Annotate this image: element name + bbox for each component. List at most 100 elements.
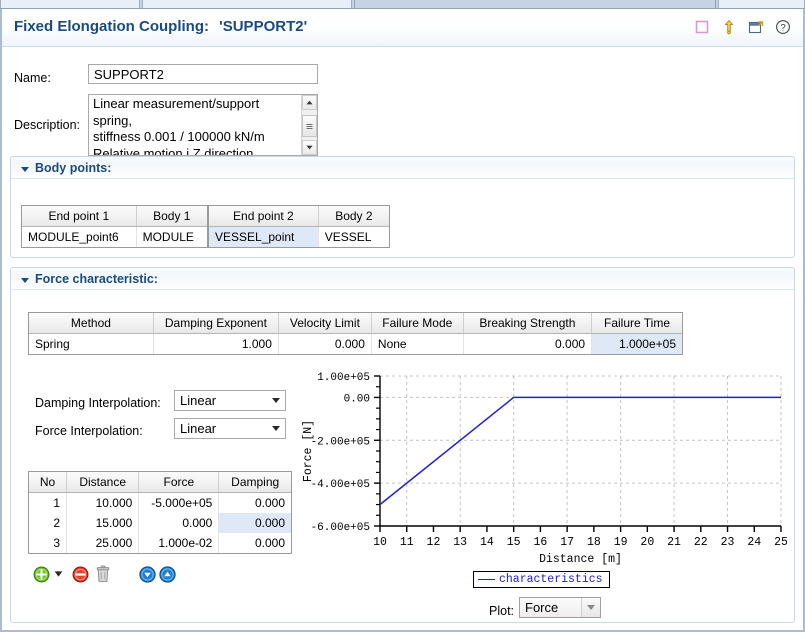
pink-square-icon[interactable] — [694, 19, 710, 35]
cell-force[interactable]: 1.000e-02 — [139, 533, 219, 553]
characteristic-points-table[interactable]: No Distance Force Damping 1 10.000 -5.00… — [28, 471, 292, 554]
svg-text:20: 20 — [640, 536, 654, 549]
cell-distance[interactable]: 25.000 — [67, 533, 139, 553]
cell-damping[interactable]: 0.000 — [219, 513, 291, 533]
cell-failure-time[interactable]: 1.000e+05 — [592, 334, 682, 355]
svg-text:10: 10 — [373, 536, 387, 549]
svg-text:?: ? — [780, 23, 785, 34]
page-title: Fixed Elongation Coupling: 'SUPPORT2' — [14, 18, 307, 35]
collapse-body-points-arrow-icon[interactable] — [21, 167, 29, 172]
svg-text:12: 12 — [427, 536, 441, 549]
table-row[interactable]: MODULE_point6 MODULE — [22, 227, 207, 248]
svg-text:16: 16 — [533, 536, 547, 549]
body-points-group: Body points: End point 1 Body 1 MODULE_p… — [10, 156, 795, 258]
body-points-table-1[interactable]: End point 1 Body 1 MODULE_point6 MODULE — [21, 205, 208, 248]
move-up-button[interactable] — [159, 566, 176, 583]
cell-damping[interactable]: 0.000 — [219, 533, 291, 553]
scroll-down-arrow-icon[interactable] — [302, 140, 317, 155]
force-summary-table[interactable]: Method Damping Exponent Velocity Limit F… — [28, 312, 683, 355]
legend-line-swatch — [478, 579, 495, 580]
force-interpolation-select[interactable]: Linear — [174, 418, 286, 439]
column-header-failure-time: Failure Time — [592, 313, 682, 334]
cell-damping[interactable]: 0.000 — [219, 493, 291, 514]
new-window-icon[interactable] — [748, 19, 764, 35]
delete-row-button[interactable] — [95, 565, 111, 583]
cell-distance[interactable]: 10.000 — [67, 493, 139, 514]
dialog-header: Fixed Elongation Coupling: 'SUPPORT2' — [2, 9, 803, 47]
column-header-failure-mode: Failure Mode — [371, 313, 463, 334]
table-header-row: No Distance Force Damping — [29, 472, 291, 493]
move-down-button[interactable] — [139, 566, 156, 583]
cell-body-2[interactable]: VESSEL — [318, 227, 389, 248]
cell-end-point-2[interactable]: VESSEL_point — [209, 227, 318, 248]
description-text: Linear measurement/support spring, stiff… — [93, 96, 299, 156]
tab-unlabeled-1[interactable] — [0, 0, 140, 8]
add-dropdown-arrow-icon[interactable] — [54, 570, 63, 578]
force-interpolation-label: Force Interpolation: — [35, 424, 143, 438]
cell-body-1[interactable]: MODULE — [136, 227, 207, 248]
table-row[interactable]: 3 25.000 1.000e-02 0.000 — [29, 533, 291, 553]
column-header-distance: Distance — [67, 472, 139, 493]
column-header-damping: Damping — [219, 472, 291, 493]
name-input[interactable] — [88, 64, 318, 84]
svg-text:Force [N]: Force [N] — [302, 420, 315, 482]
table-row[interactable]: 2 15.000 0.000 0.000 — [29, 513, 291, 533]
gold-pin-icon[interactable] — [721, 19, 737, 35]
svg-text:22: 22 — [694, 536, 708, 549]
table-row[interactable]: 1 10.000 -5.000e+05 0.000 — [29, 493, 291, 514]
cell-velocity-limit[interactable]: 0.000 — [278, 334, 371, 355]
cell-end-point-1[interactable]: MODULE_point6 — [22, 227, 136, 248]
name-label: Name: — [14, 71, 51, 85]
damping-interpolation-label: Damping Interpolation: — [35, 396, 161, 410]
table-row[interactable]: Spring 1.000 0.000 None 0.000 1.000e+05 — [29, 334, 682, 355]
column-header: End point 1 — [22, 206, 136, 227]
tab-unlabeled-4[interactable] — [718, 0, 805, 8]
damping-interpolation-select[interactable]: Linear — [174, 390, 286, 411]
description-scrollbar[interactable] — [301, 95, 317, 155]
cell-no[interactable]: 1 — [29, 493, 67, 514]
body-points-table-2[interactable]: End point 2 Body 2 VESSEL_point VESSEL — [208, 205, 390, 248]
chevron-down-icon[interactable] — [267, 419, 285, 438]
table-row[interactable]: VESSEL_point VESSEL — [209, 227, 389, 248]
column-header: End point 2 — [209, 206, 318, 227]
scroll-up-arrow-icon[interactable] — [302, 95, 317, 110]
column-header-force: Force — [139, 472, 219, 493]
tab-unlabeled-2[interactable] — [142, 0, 352, 8]
svg-text:23: 23 — [721, 536, 735, 549]
force-characteristic-chart: 1.00e+050.00-2.00e+05-4.00e+05-6.00e+051… — [295, 368, 787, 568]
cell-force[interactable]: 0.000 — [139, 513, 219, 533]
add-row-button[interactable] — [33, 566, 50, 583]
window-frame: Fixed Elongation Coupling: 'SUPPORT2' — [0, 9, 805, 632]
column-header-breaking-strength: Breaking Strength — [463, 313, 591, 334]
column-header: Body 1 — [136, 206, 207, 227]
chevron-down-icon[interactable] — [267, 391, 285, 410]
column-header-no: No — [29, 472, 67, 493]
chevron-down-icon[interactable] — [581, 598, 600, 617]
damping-interpolation-value: Linear — [175, 393, 267, 408]
tab-unlabeled-active[interactable] — [354, 0, 716, 8]
page-title-subject: 'SUPPORT2' — [213, 18, 307, 35]
scrollbar-thumb[interactable] — [302, 115, 317, 137]
remove-row-button[interactable] — [72, 566, 89, 583]
cell-failure-mode[interactable]: None — [371, 334, 463, 355]
help-icon[interactable]: ? — [775, 19, 791, 35]
svg-text:11: 11 — [400, 536, 414, 549]
collapse-force-characteristic-arrow-icon[interactable] — [21, 278, 29, 283]
legend-label: characteristics — [499, 573, 603, 586]
svg-text:-2.00e+05: -2.00e+05 — [311, 436, 370, 448]
table-header-row: End point 1 Body 1 — [22, 206, 207, 227]
cell-breaking-strength[interactable]: 0.000 — [463, 334, 591, 355]
plot-select[interactable]: Force — [519, 597, 601, 618]
chart-legend: characteristics — [473, 571, 610, 588]
description-textarea[interactable]: Linear measurement/support spring, stiff… — [88, 94, 318, 156]
svg-text:-4.00e+05: -4.00e+05 — [311, 479, 370, 491]
table-header-row: End point 2 Body 2 — [209, 206, 389, 227]
cell-force[interactable]: -5.000e+05 — [139, 493, 219, 514]
cell-distance[interactable]: 15.000 — [67, 513, 139, 533]
cell-damping-exponent[interactable]: 1.000 — [153, 334, 278, 355]
svg-text:14: 14 — [480, 536, 494, 549]
description-label: Description: — [14, 118, 80, 132]
cell-no[interactable]: 3 — [29, 533, 67, 553]
cell-method[interactable]: Spring — [29, 334, 153, 355]
cell-no[interactable]: 2 — [29, 513, 67, 533]
